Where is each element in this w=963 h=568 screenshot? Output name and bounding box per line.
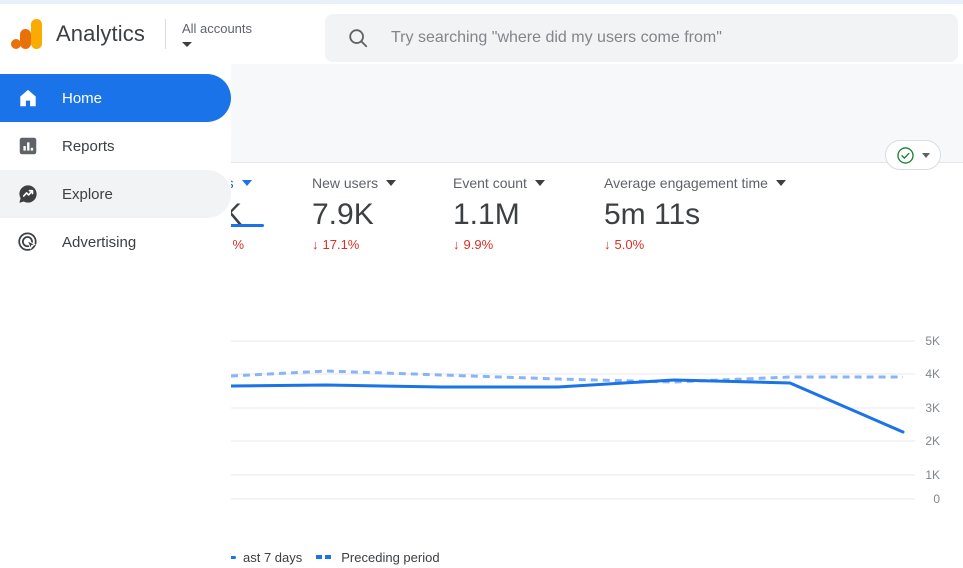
metric-label: New users	[312, 175, 379, 191]
sidebar-item-label: Reports	[62, 137, 115, 155]
legend-item-last-7-days[interactable]: ast 7 days	[222, 550, 302, 565]
sidebar-nav: Home Reports Explore Advertising	[0, 64, 231, 568]
y-tick-0: 0	[933, 492, 940, 506]
chevron-down-icon	[181, 41, 192, 47]
chart-y-axis-labels: 5K 4K 3K 2K 1K 0	[925, 334, 940, 506]
brand-title: Analytics	[56, 21, 145, 46]
search-bar[interactable]: Try searching "where did my users come f…	[325, 14, 958, 62]
y-tick-1k: 1K	[925, 468, 940, 482]
google-analytics-logo	[10, 17, 44, 51]
legend-label: ast 7 days	[243, 549, 303, 565]
metric-delta: ↓ 17.1%	[312, 237, 396, 252]
series-last-7-days-line	[229, 378, 905, 434]
chart-gridlines	[150, 340, 915, 500]
bar-chart-icon	[16, 134, 40, 158]
advertising-icon	[16, 230, 40, 254]
explore-icon	[16, 182, 40, 206]
sidebar-item-explore[interactable]: Explore	[0, 170, 231, 218]
header-divider	[164, 19, 166, 49]
chart-legend: ast 7 days Preceding period	[222, 548, 454, 566]
search-placeholder: Try searching "where did my users come f…	[391, 29, 722, 46]
chevron-down-icon[interactable]	[241, 180, 252, 186]
metric-delta-value: 9.9%	[463, 237, 494, 252]
y-tick-3k: 3K	[925, 401, 940, 415]
home-icon	[16, 86, 40, 110]
metric-delta: ↓ 5.0%	[604, 237, 786, 252]
sidebar-item-advertising[interactable]: Advertising	[0, 218, 231, 266]
arrow-down-icon: ↓	[312, 237, 319, 252]
metric-delta-value: %	[232, 237, 245, 252]
metric-avg-engagement-time[interactable]: Average engagement time 5m 11s ↓ 5.0%	[604, 174, 786, 252]
metric-value: 5m 11s	[604, 198, 701, 231]
sidebar-item-label: Home	[62, 89, 103, 107]
y-tick-5k: 5K	[925, 334, 940, 348]
sidebar-item-label: Explore	[62, 185, 113, 203]
analytics-home-page: Analytics All accounts Try searching "wh…	[0, 0, 963, 568]
y-tick-4k: 4K	[925, 367, 940, 381]
series-preceding-period-line	[230, 369, 903, 384]
metric-value: 1.1M	[453, 198, 520, 231]
chevron-down-icon[interactable]	[922, 152, 930, 158]
search-icon	[349, 29, 368, 48]
y-tick-2k: 2K	[925, 434, 940, 448]
metric-label: Average engagement time	[604, 175, 768, 191]
sidebar-item-label: Advertising	[62, 233, 137, 251]
metric-value: 7.9K	[312, 198, 374, 231]
sidebar-item-home[interactable]: Home	[0, 74, 231, 122]
chevron-down-icon[interactable]	[386, 180, 397, 186]
check-circle-icon	[897, 146, 914, 164]
chevron-down-icon[interactable]	[534, 180, 545, 186]
legend-item-preceding-period[interactable]: Preceding period	[316, 549, 440, 565]
legend-dashed-swatch	[316, 555, 334, 559]
account-selector[interactable]: All accounts	[181, 20, 256, 47]
app-header: Analytics All accounts Try searching "wh…	[0, 4, 963, 64]
metric-delta-value: 5.0%	[614, 237, 645, 252]
arrow-down-icon: ↓	[604, 237, 611, 252]
legend-label: Preceding period	[341, 549, 440, 565]
metric-delta-value: 17.1%	[322, 237, 360, 252]
metric-event-count[interactable]: Event count 1.1M ↓ 9.9%	[453, 174, 545, 252]
metric-new-users[interactable]: New users 7.9K ↓ 17.1%	[312, 174, 397, 252]
chevron-down-icon[interactable]	[775, 180, 786, 186]
status-badge[interactable]	[885, 140, 941, 170]
metric-delta: ↓ 9.9%	[453, 237, 545, 252]
metric-label: Event count	[453, 175, 527, 191]
account-label: All accounts	[181, 20, 253, 36]
brand-area[interactable]: Analytics All accounts	[0, 17, 256, 51]
arrow-down-icon: ↓	[453, 237, 460, 252]
sidebar-item-reports[interactable]: Reports	[0, 122, 231, 170]
